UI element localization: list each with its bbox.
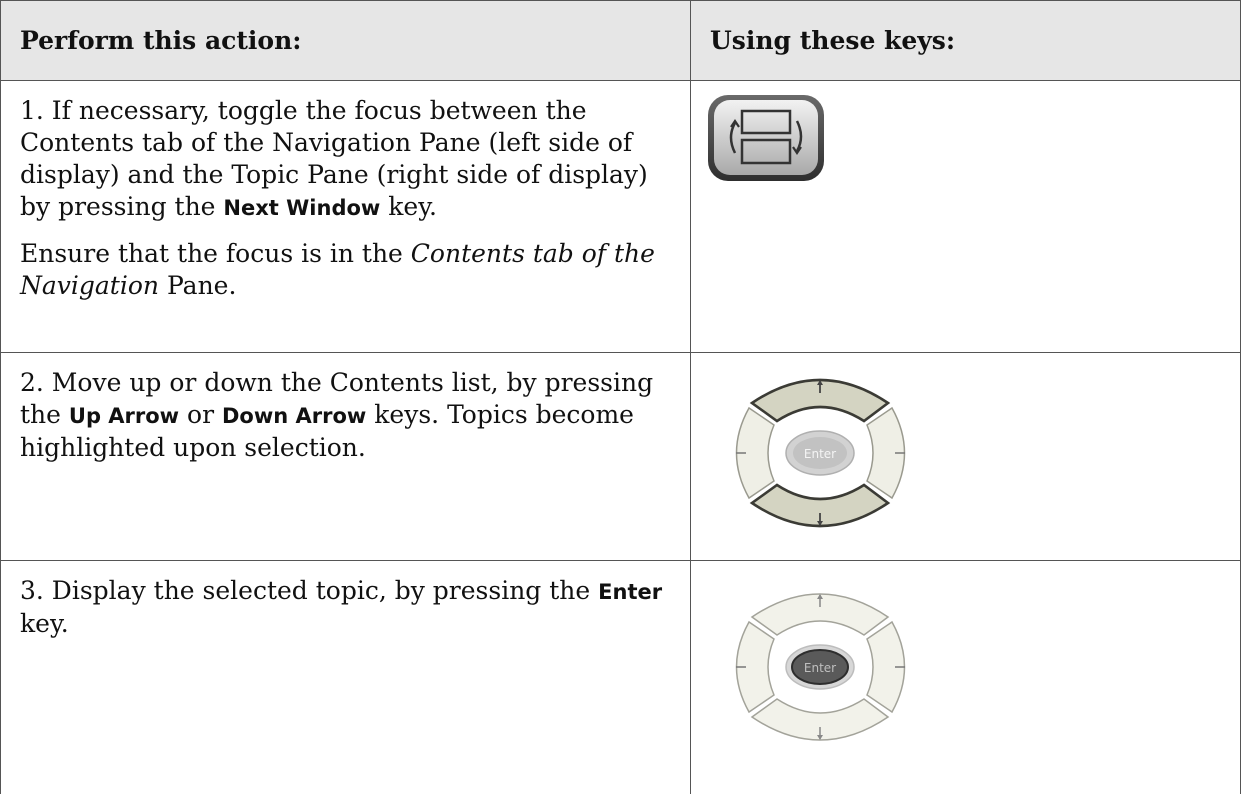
step-1-key-cell (690, 80, 1241, 353)
up-arrow-key-label: Up Arrow (68, 404, 180, 428)
down-arrow-key-label: Down Arrow (222, 404, 367, 428)
next-window-key-label: Next Window (223, 196, 381, 220)
step-3-text: 3. Display the selected topic, by pressi… (0, 560, 691, 794)
step-2-paragraph: 2. Move up or down the Contents list, by… (20, 367, 672, 464)
step-3-text-a: 3. Display the selected topic, by pressi… (20, 576, 599, 605)
step-2-key-cell: Enter (690, 352, 1241, 561)
key-instructions-table: Perform this action: Using these keys: 1… (0, 0, 1241, 794)
arrow-keypad-up-down-highlighted-icon: Enter (735, 378, 906, 528)
table-row: 2. Move up or down the Contents list, by… (0, 352, 1241, 561)
step-2-text-mid: or (179, 400, 222, 429)
header-action: Perform this action: (0, 0, 691, 81)
step-3-text-b: key. (20, 609, 69, 638)
step-3-paragraph: 3. Display the selected topic, by pressi… (20, 575, 672, 640)
table-header-row: Perform this action: Using these keys: (0, 0, 1241, 81)
step-1-text-b: key. (380, 192, 437, 221)
step-1-note-b: Pane. (159, 271, 237, 300)
step-1-text: 1. If necessary, toggle the focus betwee… (0, 80, 691, 353)
step-1-note: Ensure that the focus is in the Contents… (20, 238, 672, 302)
arrow-keypad-enter-highlighted-icon: Enter (735, 593, 906, 741)
next-window-key-icon (708, 95, 824, 181)
step-2-text: 2. Move up or down the Contents list, by… (0, 352, 691, 561)
enter-key-label-text: Enter (598, 580, 663, 604)
table-row: 1. If necessary, toggle the focus betwee… (0, 80, 1241, 353)
header-keys: Using these keys: (690, 0, 1241, 81)
enter-key-label: Enter (804, 661, 836, 675)
table-row: 3. Display the selected topic, by pressi… (0, 560, 1241, 794)
step-3-key-cell: Enter (690, 560, 1241, 794)
step-1-note-a: Ensure that the focus is in the (20, 239, 411, 268)
enter-key-label: Enter (804, 447, 836, 461)
step-1-paragraph: 1. If necessary, toggle the focus betwee… (20, 95, 672, 224)
